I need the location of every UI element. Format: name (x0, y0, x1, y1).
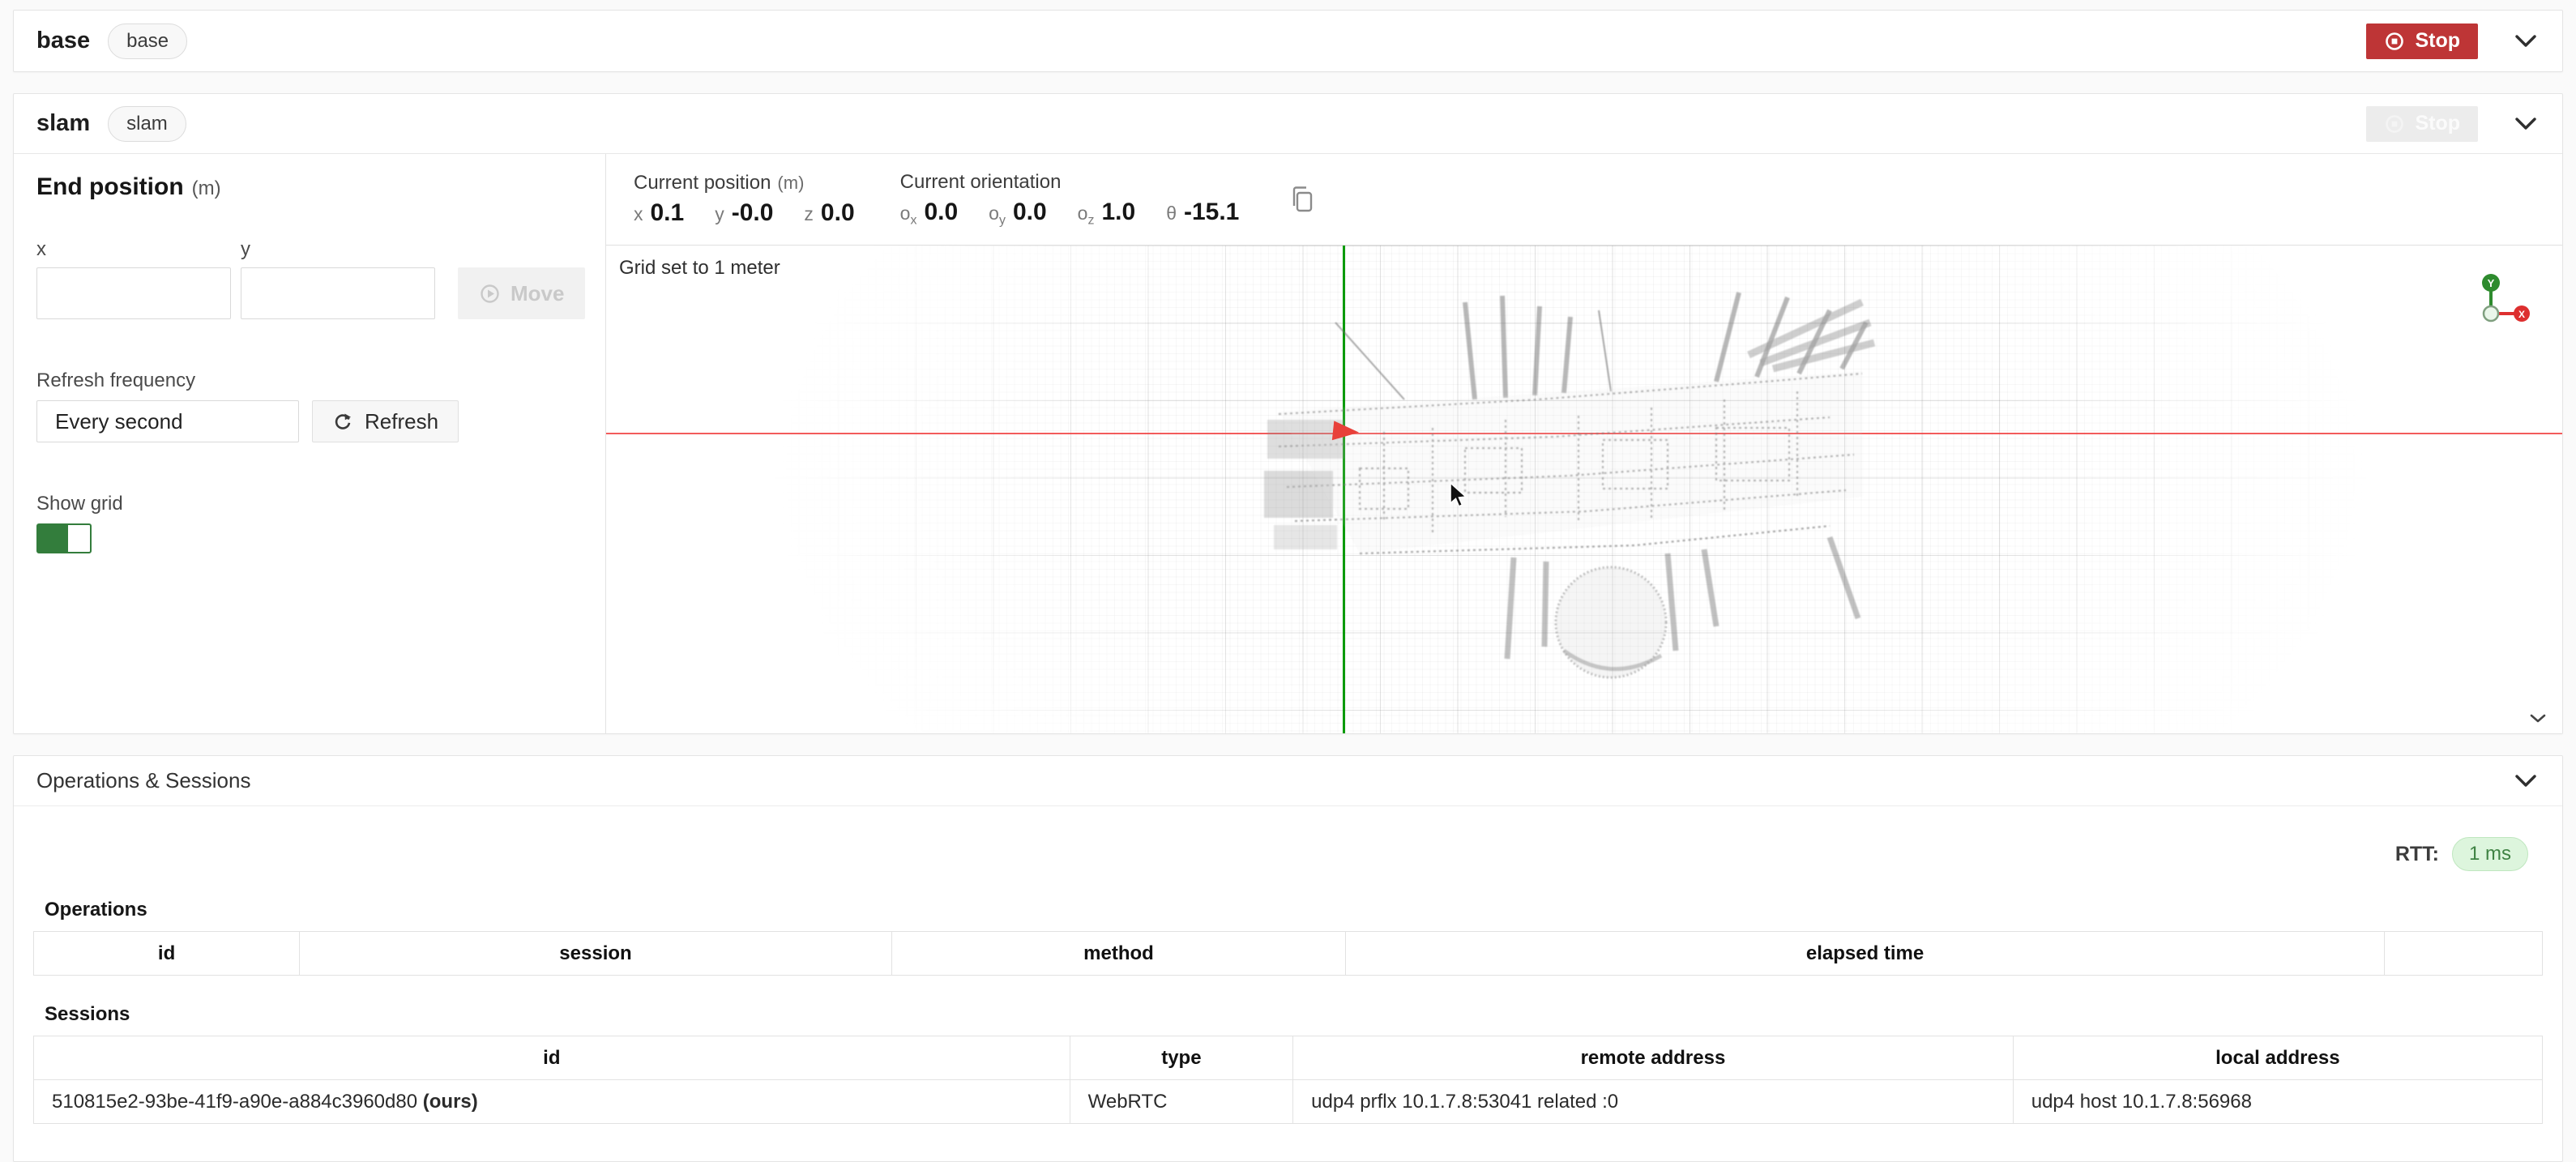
slam-map-canvas[interactable]: Grid set to 1 meter (606, 245, 2562, 733)
base-collapse-button[interactable] (2512, 32, 2540, 51)
session-id-cell: 510815e2-93be-41f9-a90e-a884c3960d80 (ou… (34, 1080, 1070, 1124)
operations-table: id session method elapsed time (33, 931, 2543, 976)
slam-type-badge: slam (108, 106, 186, 142)
position-x: x0.1 (634, 199, 684, 227)
refresh-button-label: Refresh (365, 409, 438, 434)
slam-card: slam slam Stop End p (13, 93, 2563, 734)
sessions-col-id: id (34, 1036, 1070, 1080)
show-grid-label: Show grid (36, 493, 583, 515)
operations-col-elapsed-time: elapsed time (1346, 932, 2385, 976)
chevron-down-icon (2515, 35, 2536, 48)
slam-collapse-button[interactable] (2512, 114, 2540, 134)
chevron-down-icon (2530, 714, 2546, 724)
sessions-header-row: id type remote address local address (34, 1036, 2543, 1080)
end-position-heading: End position(m) (36, 173, 583, 201)
chevron-down-icon (2515, 117, 2536, 130)
current-orientation-label: Current orientation (900, 171, 1062, 193)
refresh-button[interactable]: Refresh (312, 400, 459, 442)
operations-sessions-card: Operations & Sessions RTT: 1 ms Operatio… (13, 755, 2563, 1162)
session-remote-address-cell: udp4 prflx 10.1.7.8:53041 related :0 (1293, 1080, 2014, 1124)
base-title: base (36, 28, 90, 54)
operations-col-method: method (891, 932, 1345, 976)
refresh-frequency-select[interactable]: Every second (36, 400, 299, 442)
svg-text:X: X (2518, 309, 2525, 320)
rtt-label: RTT: (2395, 843, 2439, 866)
operations-col-actions (2384, 932, 2542, 976)
operations-sessions-title: Operations & Sessions (36, 768, 250, 793)
current-position-group: Current position (m) x0.1 y-0.0 z0.0 (634, 172, 855, 227)
orientation-ox: ox0.0 (900, 199, 959, 229)
position-z: z0.0 (804, 199, 854, 227)
operations-col-id: id (34, 932, 300, 976)
move-button-label: Move (511, 281, 564, 306)
operations-sessions-collapse-button[interactable] (2512, 771, 2540, 791)
rtt-badge: 1 ms (2452, 837, 2528, 871)
base-card-header: base base Stop (14, 11, 2562, 71)
chevron-down-icon (2515, 775, 2536, 788)
axes-gizmo: Y X (2475, 273, 2531, 334)
stop-icon (2384, 31, 2405, 52)
end-position-unit: (m) (192, 177, 221, 199)
sessions-col-remote-address: remote address (1293, 1036, 2014, 1080)
pose-info-bar: Current position (m) x0.1 y-0.0 z0.0 Curr… (606, 154, 2562, 245)
sessions-col-local-address: local address (2013, 1036, 2542, 1080)
slam-stop-label: Stop (2415, 112, 2460, 135)
base-type-badge: base (108, 23, 187, 59)
robot-pose-marker (1330, 419, 1362, 451)
end-position-x-input[interactable] (36, 267, 231, 319)
orientation-theta: θ-15.1 (1166, 199, 1239, 229)
slam-controls-panel: End position(m) x y Move (14, 154, 606, 733)
y-field-label: y (241, 238, 445, 261)
base-stop-button[interactable]: Stop (2366, 23, 2478, 59)
orientation-oy: oy0.0 (989, 199, 1047, 229)
map-collapse-button[interactable] (2527, 711, 2549, 727)
slam-stop-button-disabled: Stop (2366, 106, 2478, 142)
grid-scale-note: Grid set to 1 meter (619, 257, 780, 280)
base-card: base base Stop (13, 10, 2563, 72)
show-grid-toggle[interactable] (36, 523, 92, 553)
slam-point-cloud (1262, 278, 1895, 699)
page: base base Stop slam slam (0, 0, 2576, 1162)
operations-table-label: Operations (45, 899, 2543, 921)
sessions-table-label: Sessions (45, 1003, 2543, 1026)
move-button[interactable]: Move (458, 267, 585, 319)
end-position-y-input[interactable] (241, 267, 435, 319)
current-position-label: Current position (634, 172, 771, 194)
position-y: y-0.0 (715, 199, 773, 227)
slam-title: slam (36, 110, 90, 137)
session-local-address-cell: udp4 host 10.1.7.8:56968 (2013, 1080, 2542, 1124)
x-field-label: x (36, 238, 241, 261)
slam-card-header: slam slam Stop (14, 94, 2562, 153)
base-stop-label: Stop (2415, 29, 2460, 53)
refresh-icon (332, 411, 353, 432)
session-type-cell: WebRTC (1070, 1080, 1293, 1124)
refresh-frequency-selected: Every second (55, 409, 183, 434)
sessions-table: id type remote address local address 510… (33, 1036, 2543, 1124)
sessions-col-type: type (1070, 1036, 1293, 1080)
orientation-oz: oz1.0 (1078, 199, 1136, 229)
session-row: 510815e2-93be-41f9-a90e-a884c3960d80 (ou… (34, 1080, 2543, 1124)
copy-pose-button[interactable] (1289, 185, 1315, 214)
operations-sessions-header: Operations & Sessions (14, 756, 2562, 806)
stop-icon (2384, 113, 2405, 135)
current-position-unit: (m) (777, 173, 804, 193)
refresh-frequency-label: Refresh frequency (36, 370, 583, 392)
mouse-cursor (1449, 482, 1470, 514)
operations-col-session: session (300, 932, 892, 976)
play-circle-icon (479, 283, 501, 305)
svg-text:Y: Y (2488, 277, 2495, 289)
operations-header-row: id session method elapsed time (34, 932, 2543, 976)
operations-sessions-body: RTT: 1 ms Operations id session method e… (14, 806, 2562, 1161)
slam-map-column: Current position (m) x0.1 y-0.0 z0.0 Curr… (606, 154, 2562, 733)
copy-icon (1289, 185, 1315, 214)
current-orientation-group: Current orientation ox0.0 oy0.0 oz1.0 θ-… (900, 171, 1240, 229)
